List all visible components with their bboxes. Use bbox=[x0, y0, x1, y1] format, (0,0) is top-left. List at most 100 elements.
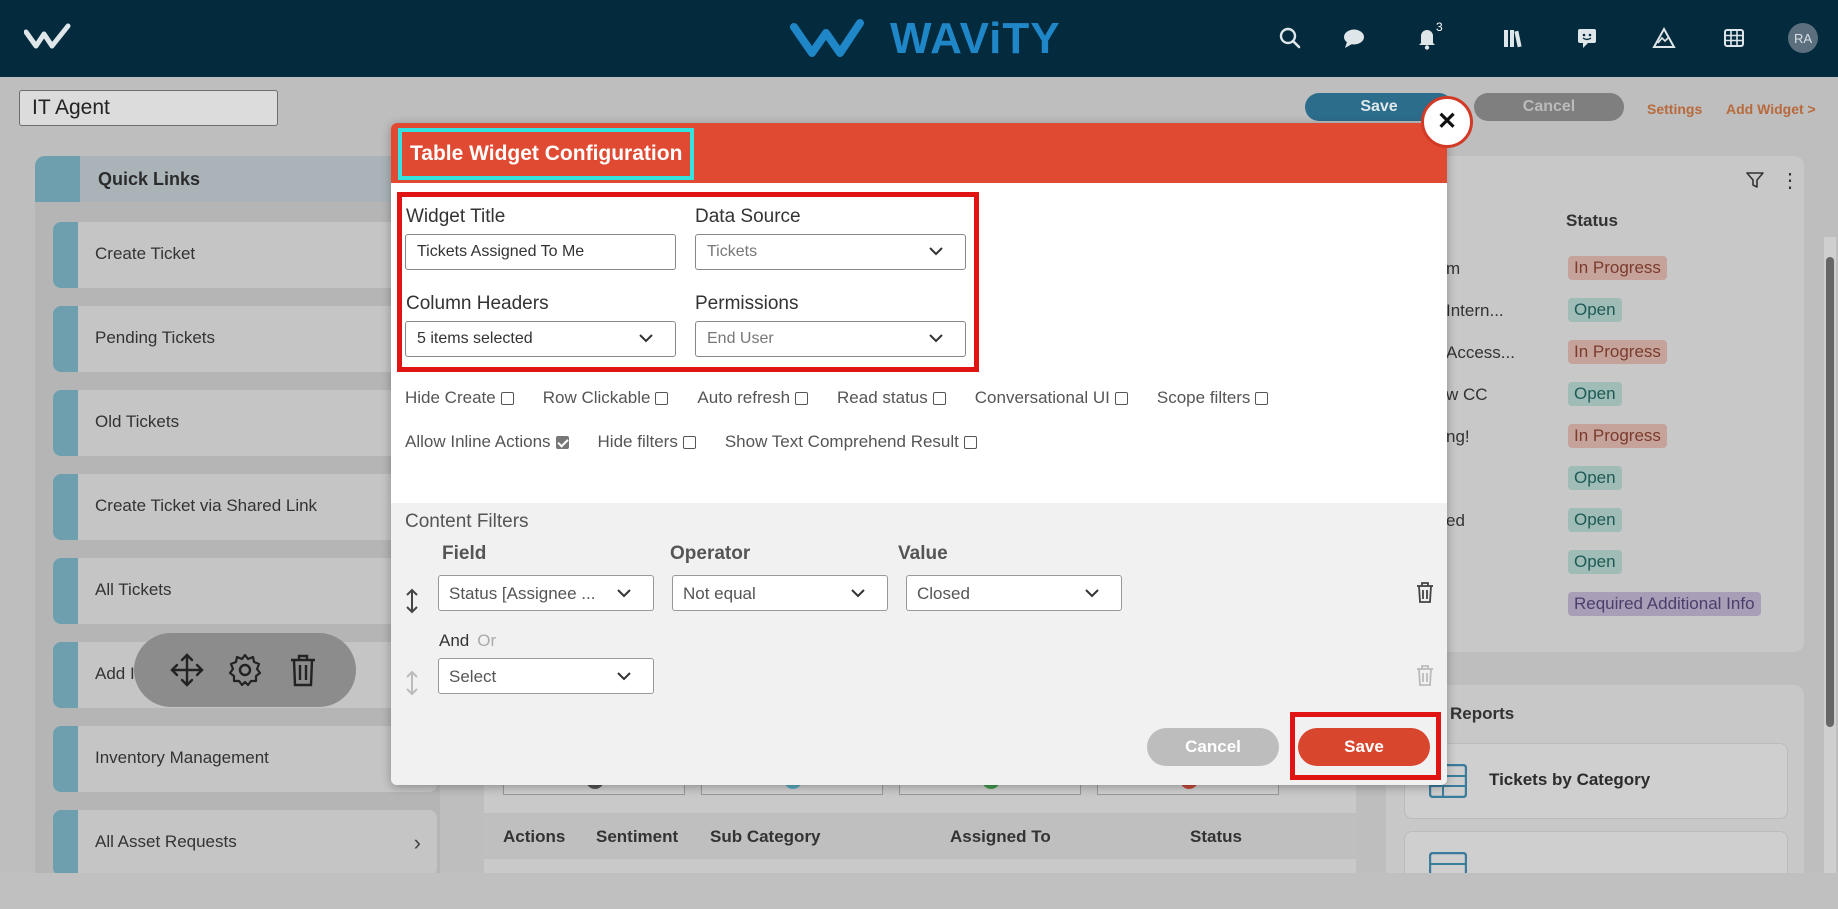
scope-filters-checkbox[interactable] bbox=[1255, 391, 1269, 405]
feedback-message-icon[interactable] bbox=[1573, 24, 1601, 52]
table-row[interactable]: Open bbox=[1386, 458, 1804, 500]
search-icon[interactable] bbox=[1276, 24, 1304, 52]
scope-filters-option[interactable]: Scope filters bbox=[1157, 388, 1269, 408]
dialog-cancel-button[interactable]: Cancel bbox=[1147, 728, 1279, 766]
column-header[interactable]: Assigned To bbox=[950, 827, 1051, 847]
options-row-1: Hide Create Row Clickable Auto refresh R… bbox=[405, 388, 1269, 408]
hide-create-checkbox[interactable] bbox=[500, 391, 514, 405]
settings-link[interactable]: Settings bbox=[1647, 101, 1702, 117]
row-clickable-checkbox[interactable] bbox=[655, 391, 669, 405]
hide-filters-checkbox[interactable] bbox=[682, 435, 696, 449]
read-status-option[interactable]: Read status bbox=[837, 388, 946, 408]
table-row[interactable]: m In Progress bbox=[1386, 248, 1804, 290]
table-row[interactable]: Open bbox=[1386, 542, 1804, 584]
quick-links-title: Quick Links bbox=[98, 169, 201, 189]
move-icon[interactable] bbox=[169, 652, 205, 688]
filter-value-select[interactable]: Closed bbox=[906, 575, 1122, 611]
quick-link-item[interactable]: All Asset Requests › bbox=[53, 810, 437, 876]
table-row[interactable]: ed Open bbox=[1386, 500, 1804, 542]
apps-grid-icon[interactable] bbox=[1720, 24, 1748, 52]
alert-triangle-icon[interactable] bbox=[1650, 24, 1678, 52]
column-header[interactable]: Actions bbox=[503, 827, 565, 847]
status-badge: Open bbox=[1568, 466, 1622, 490]
row-clickable-option[interactable]: Row Clickable bbox=[543, 388, 669, 408]
more-options-icon[interactable]: ⋮ bbox=[1780, 168, 1800, 193]
dialog-save-button[interactable]: Save bbox=[1298, 728, 1430, 766]
trash-icon[interactable] bbox=[285, 652, 321, 688]
chevron-down-icon bbox=[929, 334, 943, 343]
filter-icon[interactable] bbox=[1746, 171, 1764, 189]
bottom-strip bbox=[0, 873, 1838, 909]
data-source-select[interactable]: Tickets bbox=[695, 234, 966, 270]
content-filters-section: Content Filters Field Operator Value Sta… bbox=[391, 503, 1447, 785]
quick-link-item[interactable]: Inventory Management bbox=[53, 726, 437, 792]
table-row[interactable]: ng! In Progress bbox=[1386, 416, 1804, 458]
quick-link-item[interactable]: All Tickets bbox=[53, 558, 437, 624]
allow-inline-actions-checkbox[interactable] bbox=[555, 435, 569, 449]
quick-link-item[interactable]: Create Ticket via Shared Link bbox=[53, 474, 437, 540]
chevron-down-icon bbox=[617, 672, 631, 681]
chat-icon[interactable] bbox=[1340, 24, 1368, 52]
conversational-ui-checkbox[interactable] bbox=[1114, 391, 1128, 405]
chevron-down-icon bbox=[929, 247, 943, 256]
quick-link-item[interactable]: Create Ticket bbox=[53, 222, 437, 288]
quick-link-item[interactable]: Pending Tickets bbox=[53, 306, 437, 372]
status-badge: Required Additional Info bbox=[1568, 592, 1761, 616]
delete-filter-icon[interactable] bbox=[1415, 581, 1435, 603]
show-text-comprehend-option[interactable]: Show Text Comprehend Result bbox=[725, 432, 977, 452]
gear-icon[interactable] bbox=[227, 652, 263, 688]
table-row[interactable]: Access... In Progress bbox=[1386, 332, 1804, 374]
wavity-logo-icon bbox=[790, 19, 864, 57]
wavity-home-logo-icon[interactable] bbox=[24, 22, 76, 52]
table-row[interactable]: Required Additional Info bbox=[1386, 584, 1804, 626]
chevron-right-icon: › bbox=[413, 830, 421, 855]
filter-operator-select[interactable]: Not equal bbox=[672, 575, 888, 611]
user-avatar[interactable]: RA bbox=[1788, 23, 1818, 53]
status-badge: Open bbox=[1568, 508, 1622, 532]
or-option[interactable]: Or bbox=[477, 631, 496, 650]
widget-title-input[interactable]: Tickets Assigned To Me bbox=[405, 234, 676, 270]
drag-handle-icon[interactable] bbox=[405, 669, 419, 697]
drag-handle-icon[interactable] bbox=[405, 587, 419, 615]
column-header[interactable]: Status bbox=[1190, 827, 1242, 847]
status-column-header: Status bbox=[1566, 211, 1618, 230]
status-badge: In Progress bbox=[1568, 256, 1667, 280]
show-text-comprehend-checkbox[interactable] bbox=[963, 435, 977, 449]
report-label: Tickets by Category bbox=[1489, 770, 1651, 789]
quick-links-widget: Quick Links Create Ticket Pending Ticket… bbox=[35, 156, 440, 909]
chevron-down-icon bbox=[617, 589, 631, 598]
conversational-ui-option[interactable]: Conversational UI bbox=[975, 388, 1128, 408]
and-or-toggle: And Or bbox=[439, 631, 496, 651]
permissions-select[interactable]: End User bbox=[695, 321, 966, 357]
column-header[interactable]: Sub Category bbox=[710, 827, 821, 847]
brand-logo: WAViTY bbox=[790, 14, 1061, 64]
close-dialog-button[interactable]: ✕ bbox=[1421, 96, 1473, 148]
table-row[interactable]: Intern... Open bbox=[1386, 290, 1804, 332]
hide-create-option[interactable]: Hide Create bbox=[405, 388, 514, 408]
dashboard-title-input[interactable]: IT Agent bbox=[19, 90, 278, 126]
column-headers-label: Column Headers bbox=[406, 293, 549, 314]
filter-field-select[interactable]: Status [Assignee ... bbox=[438, 575, 654, 611]
reports-title: Reports bbox=[1450, 704, 1515, 723]
allow-inline-actions-option[interactable]: Allow Inline Actions bbox=[405, 432, 569, 452]
tickets-table-widget: Status m In Progress Intern... Open Access… bbox=[1386, 156, 1804, 652]
widget-title-label: Widget Title bbox=[406, 206, 506, 227]
filter-field-select-2[interactable]: Select bbox=[438, 658, 654, 694]
add-widget-link[interactable]: Add Widget > bbox=[1726, 101, 1816, 117]
report-card[interactable]: Tickets by Category bbox=[1404, 743, 1788, 819]
table-row[interactable]: w CC Open bbox=[1386, 374, 1804, 416]
hide-filters-option[interactable]: Hide filters bbox=[598, 432, 696, 452]
auto-refresh-checkbox[interactable] bbox=[795, 391, 809, 405]
column-headers-select[interactable]: 5 items selected bbox=[405, 321, 676, 357]
dashboard-cancel-button[interactable]: Cancel bbox=[1474, 93, 1624, 121]
value-column-header: Value bbox=[898, 543, 948, 564]
auto-refresh-option[interactable]: Auto refresh bbox=[697, 388, 809, 408]
read-status-checkbox[interactable] bbox=[932, 391, 946, 405]
and-option[interactable]: And bbox=[439, 631, 469, 650]
library-books-icon[interactable] bbox=[1499, 24, 1527, 52]
permissions-label: Permissions bbox=[695, 293, 799, 314]
quick-link-item[interactable]: Old Tickets bbox=[53, 390, 437, 456]
page-scrollbar[interactable] bbox=[1824, 237, 1836, 909]
column-header[interactable]: Sentiment bbox=[596, 827, 678, 847]
status-badge: In Progress bbox=[1568, 340, 1667, 364]
